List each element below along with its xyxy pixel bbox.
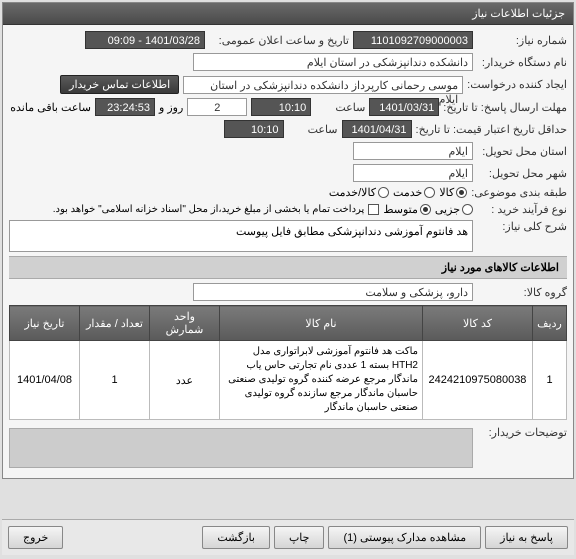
creator-value: موسی رحمانی کارپرداز دانشکده دندانپزشکی …: [183, 76, 463, 94]
province-label: استان محل تحویل:: [477, 145, 567, 158]
buyer-value: دانشکده دندانپزشکی در استان ایلام: [193, 53, 473, 71]
cell-name: ماکت هد فانتوم آموزشی لابراتواری مدل HTH…: [220, 341, 423, 420]
buyer-notes-label: توضیحات خریدار:: [477, 426, 567, 439]
th-name: نام کالا: [220, 306, 423, 341]
creator-label: ایجاد کننده درخواست:: [467, 78, 567, 91]
radio-dot-icon: [462, 204, 473, 215]
contact-button[interactable]: اطلاعات تماس خریدار: [60, 75, 179, 94]
deadline-label: مهلت ارسال پاسخ: تا تاریخ:: [443, 101, 567, 114]
reply-button[interactable]: پاسخ به نیاز: [485, 526, 568, 549]
bottom-bar: پاسخ به نیاز مشاهده مدارک پیوستی (1) چاپ…: [2, 519, 574, 555]
payment-checkbox[interactable]: [368, 204, 379, 215]
need-no-value: 1101092709000003: [353, 31, 473, 49]
print-button[interactable]: چاپ: [274, 526, 325, 549]
city-label: شهر محل تحویل:: [477, 167, 567, 180]
days-count: 2: [187, 98, 247, 116]
radio-khadamat[interactable]: خدمت: [393, 186, 435, 199]
announce-label: تاریخ و ساعت اعلان عمومی:: [209, 34, 349, 47]
process-label: نوع فرآیند خرید :: [477, 203, 567, 216]
cell-code: 2424210975080038: [423, 341, 533, 420]
buyer-notes-box: [9, 428, 473, 468]
cell-unit: عدد: [150, 341, 220, 420]
radio-dot-icon: [456, 187, 467, 198]
radio-dot-icon: [420, 204, 431, 215]
main-panel: جزئیات اطلاعات نیاز شماره نیاز: 11010927…: [2, 2, 574, 479]
th-idx: ردیف: [533, 306, 567, 341]
province-value: ایلام: [353, 142, 473, 160]
desc-label: شرح کلی نیاز:: [477, 220, 567, 233]
days-label: روز و: [159, 101, 183, 114]
cell-idx: 1: [533, 341, 567, 420]
th-qty: تعداد / مقدار: [80, 306, 150, 341]
radio-motavaset[interactable]: متوسط: [383, 203, 431, 216]
cell-qty: 1: [80, 341, 150, 420]
radio-kala[interactable]: کالا: [439, 186, 467, 199]
table-row[interactable]: 1 2424210975080038 ماکت هد فانتوم آموزشی…: [10, 341, 567, 420]
deadline-time: 10:10: [251, 98, 311, 116]
items-table: ردیف کد کالا نام کالا واحد شمارش تعداد /…: [9, 305, 567, 420]
group-value: دارو، پزشکی و سلامت: [193, 283, 473, 301]
back-button[interactable]: بازگشت: [202, 526, 270, 549]
remain-label: ساعت باقی مانده: [10, 101, 91, 114]
countdown: 23:24:53: [95, 98, 155, 116]
desc-text: هد فانتوم آموزشی دندانپزشکی مطابق فایل پ…: [9, 220, 473, 252]
th-date: تاریخ نیاز: [10, 306, 80, 341]
radio-kala-khadamat[interactable]: کالا/خدمت: [329, 186, 389, 199]
table-header-row: ردیف کد کالا نام کالا واحد شمارش تعداد /…: [10, 306, 567, 341]
announce-value: 1401/03/28 - 09:09: [85, 31, 205, 49]
attachments-button[interactable]: مشاهده مدارک پیوستی (1): [328, 526, 481, 549]
city-value: ایلام: [353, 164, 473, 182]
th-code: کد کالا: [423, 306, 533, 341]
exit-button[interactable]: خروج: [8, 526, 63, 549]
deadline-date: 1401/03/31: [369, 98, 439, 116]
need-no-label: شماره نیاز:: [477, 34, 567, 47]
buyer-label: نام دستگاه خریدار:: [477, 56, 567, 69]
validity-time: 10:10: [224, 120, 284, 138]
group-label: گروه کالا:: [477, 286, 567, 299]
panel-title: جزئیات اطلاعات نیاز: [3, 3, 573, 25]
cell-date: 1401/04/08: [10, 341, 80, 420]
th-unit: واحد شمارش: [150, 306, 220, 341]
panel-body: شماره نیاز: 1101092709000003 تاریخ و ساع…: [3, 25, 573, 478]
radio-dot-icon: [378, 187, 389, 198]
time-label-2: ساعت: [288, 123, 338, 136]
items-section-title: اطلاعات کالاهای مورد نیاز: [9, 256, 567, 279]
time-label-1: ساعت: [315, 101, 365, 114]
validity-date: 1401/04/31: [342, 120, 412, 138]
category-label: طبقه بندی موضوعی:: [471, 186, 567, 199]
validity-label: حداقل تاریخ اعتبار قیمت: تا تاریخ:: [416, 123, 567, 136]
payment-note: پرداخت تمام یا بخشی از مبلغ خرید،از محل …: [53, 204, 365, 215]
radio-jozei[interactable]: جزیی: [435, 203, 473, 216]
radio-dot-icon: [424, 187, 435, 198]
